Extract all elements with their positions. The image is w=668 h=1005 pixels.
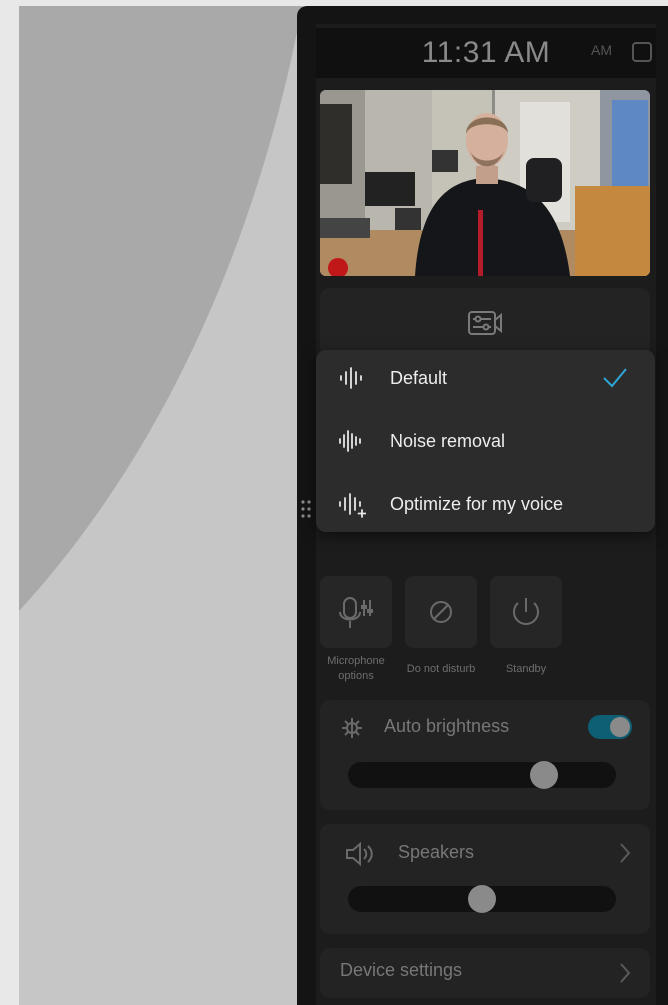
camera-settings-icon [466, 308, 504, 343]
mic-mode-noise-removal-label: Noise removal [390, 431, 506, 451]
mic-mode-default-option[interactable]: Default [316, 350, 655, 410]
brightness-slider-thumb[interactable] [530, 761, 558, 789]
microphone-mode-menu: Default Noise removal Optimize for my vo… [316, 350, 655, 532]
speaker-volume-slider[interactable] [348, 885, 616, 913]
checkmark-icon [601, 366, 629, 395]
voice-optimize-icon [338, 492, 367, 523]
microphone-options-label: Microphone options [327, 655, 385, 682]
device-settings-label: Device settings [340, 960, 463, 980]
standby-button[interactable] [490, 576, 562, 648]
drag-handle-icon[interactable] [300, 498, 312, 520]
speakers-chevron-right-icon[interactable] [618, 842, 632, 869]
layout-toggle-icon[interactable] [632, 42, 652, 62]
mic-mode-noise-removal-option[interactable]: Noise removal [316, 413, 655, 473]
auto-brightness-label: Auto brightness [384, 716, 510, 736]
self-view-video[interactable] [320, 90, 650, 276]
brightness-card: Auto brightness [320, 700, 650, 810]
clock-time: 11:31 AM [421, 36, 551, 69]
waveform-icon [338, 366, 364, 395]
do-not-disturb-button[interactable] [405, 576, 477, 648]
standby-label: Standby [505, 663, 547, 675]
mic-mode-default-label: Default [390, 368, 448, 388]
desktop-wallpaper [19, 6, 319, 1005]
microphone-options-icon [339, 597, 373, 628]
auto-brightness-toggle[interactable] [588, 715, 632, 739]
speaker-icon [344, 840, 376, 873]
clock-ghost-text: AM [591, 42, 612, 58]
do-not-disturb-label: Do not disturb [406, 663, 476, 675]
power-icon [513, 598, 539, 625]
speakers-label: Speakers [398, 842, 475, 862]
do-not-disturb-icon [430, 601, 452, 623]
mic-mode-optimize-voice-label: Optimize for my voice [390, 494, 564, 514]
mic-mode-optimize-voice-option[interactable]: Optimize for my voice [316, 476, 655, 536]
speaker-volume-slider-thumb[interactable] [468, 885, 496, 913]
camera-settings-card[interactable] [320, 288, 650, 358]
speakers-card: Speakers [320, 824, 650, 934]
device-settings-chevron-right-icon [618, 962, 632, 989]
noise-removal-icon [338, 429, 364, 458]
toggle-knob [610, 717, 630, 737]
brightness-icon [340, 716, 364, 745]
device-settings-row[interactable]: Device settings [320, 948, 650, 998]
microphone-options-button[interactable] [320, 576, 392, 648]
brightness-slider[interactable] [348, 761, 616, 789]
